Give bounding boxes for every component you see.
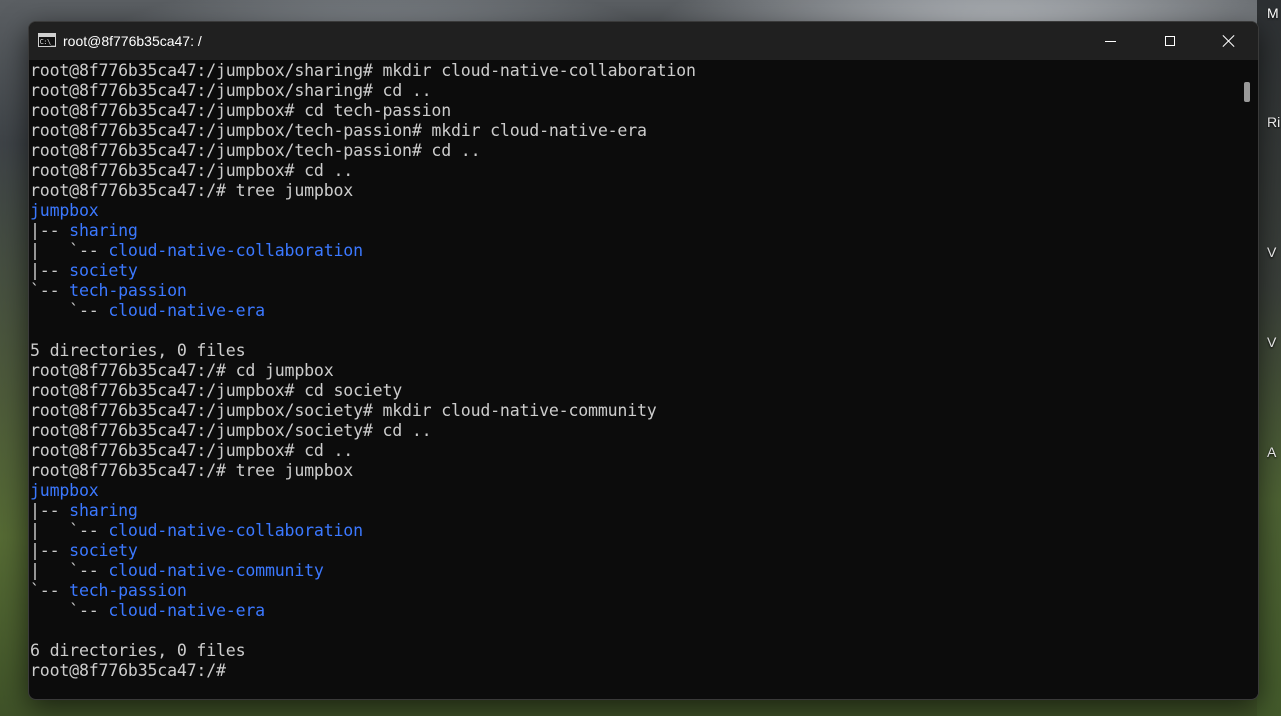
tree-branch: |-- <box>30 261 70 280</box>
close-icon <box>1222 35 1234 47</box>
terminal-text: root@8f776b35ca47:/jumpbox# cd society <box>30 381 403 400</box>
directory-name: tech-passion <box>69 281 187 300</box>
tree-branch: | `-- <box>30 241 109 260</box>
terminal-line: root@8f776b35ca47:/jumpbox# cd .. <box>30 441 1235 461</box>
directory-name: cloud-native-collaboration <box>108 241 363 260</box>
terminal-line: root@8f776b35ca47:/jumpbox/sharing# cd .… <box>30 81 1235 101</box>
terminal-line: root@8f776b35ca47:/jumpbox# cd society <box>30 381 1235 401</box>
desktop-icon-label[interactable]: V <box>1267 244 1281 260</box>
tree-branch: |-- <box>30 501 70 520</box>
directory-name: society <box>69 541 138 560</box>
terminal-line: root@8f776b35ca47:/# tree jumpbox <box>30 181 1235 201</box>
command-prompt-icon-label: C:\_ <box>39 38 55 46</box>
terminal-line: 6 directories, 0 files <box>30 641 1235 661</box>
terminal-line: root@8f776b35ca47:/# tree jumpbox <box>30 461 1235 481</box>
directory-name: tech-passion <box>69 581 187 600</box>
terminal-text: root@8f776b35ca47:/jumpbox/sharing# mkdi… <box>30 61 696 80</box>
terminal-line: | `-- cloud-native-collaboration <box>30 241 1235 261</box>
terminal-text: root@8f776b35ca47:/jumpbox/society# cd .… <box>30 421 432 440</box>
terminal-line: jumpbox <box>30 481 1235 501</box>
directory-name: sharing <box>69 221 138 240</box>
desktop-icon-label[interactable]: Ri <box>1267 114 1281 130</box>
terminal-line: root@8f776b35ca47:/jumpbox/sharing# mkdi… <box>30 61 1235 81</box>
minimize-icon <box>1104 40 1116 42</box>
terminal-line: |-- society <box>30 261 1235 281</box>
vertical-scrollbar[interactable] <box>1236 60 1258 698</box>
terminal-line: |-- sharing <box>30 221 1235 241</box>
directory-name: cloud-native-community <box>108 561 324 580</box>
window-title: root@8f776b35ca47: / <box>63 33 202 49</box>
terminal-line: root@8f776b35ca47:/jumpbox/society# mkdi… <box>30 401 1235 421</box>
terminal-text: 5 directories, 0 files <box>30 341 246 360</box>
terminal-text: 6 directories, 0 files <box>30 641 246 660</box>
directory-name: jumpbox <box>30 481 99 500</box>
terminal-window[interactable]: C:\_ root@8f776b35ca47: / root@8f776b35c… <box>28 21 1259 700</box>
terminal-line: `-- tech-passion <box>30 281 1235 301</box>
directory-name: cloud-native-era <box>108 601 265 620</box>
directory-name: society <box>69 261 138 280</box>
terminal-line: `-- cloud-native-era <box>30 301 1235 321</box>
tree-branch: | `-- <box>30 561 109 580</box>
terminal-line: root@8f776b35ca47:/jumpbox/tech-passion#… <box>30 141 1235 161</box>
terminal-text: root@8f776b35ca47:/# tree jumpbox <box>30 461 354 480</box>
terminal-line: root@8f776b35ca47:/jumpbox/tech-passion#… <box>30 121 1235 141</box>
terminal-line: |-- sharing <box>30 501 1235 521</box>
terminal-line: `-- tech-passion <box>30 581 1235 601</box>
terminal-line: 5 directories, 0 files <box>30 341 1235 361</box>
terminal-text: root@8f776b35ca47:/jumpbox/tech-passion#… <box>30 121 647 140</box>
scrollbar-thumb[interactable] <box>1244 82 1250 102</box>
tree-branch: `-- <box>30 581 70 600</box>
tree-branch: |-- <box>30 221 70 240</box>
tree-branch: | `-- <box>30 521 109 540</box>
directory-name: jumpbox <box>30 201 99 220</box>
terminal-text: root@8f776b35ca47:/# cd jumpbox <box>30 361 334 380</box>
terminal-text: root@8f776b35ca47:/jumpbox# cd .. <box>30 441 354 460</box>
terminal-line: `-- cloud-native-era <box>30 601 1235 621</box>
desktop-icon-label[interactable]: V <box>1267 334 1281 350</box>
terminal-text: root@8f776b35ca47:/jumpbox/tech-passion#… <box>30 141 481 160</box>
desktop-icon-label[interactable]: M <box>1267 5 1281 21</box>
terminal-line: | `-- cloud-native-collaboration <box>30 521 1235 541</box>
desktop-icon-label[interactable]: A <box>1267 444 1281 460</box>
desktop-background-edge <box>1257 0 1281 716</box>
terminal-text: root@8f776b35ca47:/jumpbox# cd tech-pass… <box>30 101 451 120</box>
tree-branch: |-- <box>30 541 70 560</box>
maximize-icon <box>1165 36 1175 46</box>
terminal-line: root@8f776b35ca47:/jumpbox# cd tech-pass… <box>30 101 1235 121</box>
terminal-line: root@8f776b35ca47:/jumpbox/society# cd .… <box>30 421 1235 441</box>
title-bar[interactable]: C:\_ root@8f776b35ca47: / <box>29 22 1258 60</box>
terminal-line: jumpbox <box>30 201 1235 221</box>
terminal-text: root@8f776b35ca47:/# tree jumpbox <box>30 181 354 200</box>
terminal-line: root@8f776b35ca47:/# <box>30 661 1235 681</box>
directory-name: sharing <box>69 501 138 520</box>
terminal-line: | `-- cloud-native-community <box>30 561 1235 581</box>
tree-branch: `-- <box>30 301 109 320</box>
maximize-button[interactable] <box>1140 22 1200 60</box>
directory-name: cloud-native-collaboration <box>108 521 363 540</box>
tree-branch: `-- <box>30 281 70 300</box>
close-button[interactable] <box>1198 22 1258 60</box>
minimize-button[interactable] <box>1080 22 1140 60</box>
command-prompt-icon[interactable]: C:\_ <box>38 33 56 47</box>
tree-branch: `-- <box>30 601 109 620</box>
terminal-line: root@8f776b35ca47:/jumpbox# cd .. <box>30 161 1235 181</box>
terminal-text: root@8f776b35ca47:/jumpbox/sharing# cd .… <box>30 81 432 100</box>
terminal-output[interactable]: root@8f776b35ca47:/jumpbox/sharing# mkdi… <box>30 60 1235 699</box>
terminal-line: |-- society <box>30 541 1235 561</box>
directory-name: cloud-native-era <box>108 301 265 320</box>
terminal-text: root@8f776b35ca47:/# <box>30 661 236 680</box>
terminal-text: root@8f776b35ca47:/jumpbox/society# mkdi… <box>30 401 657 420</box>
terminal-text: root@8f776b35ca47:/jumpbox# cd .. <box>30 161 354 180</box>
terminal-line: root@8f776b35ca47:/# cd jumpbox <box>30 361 1235 381</box>
